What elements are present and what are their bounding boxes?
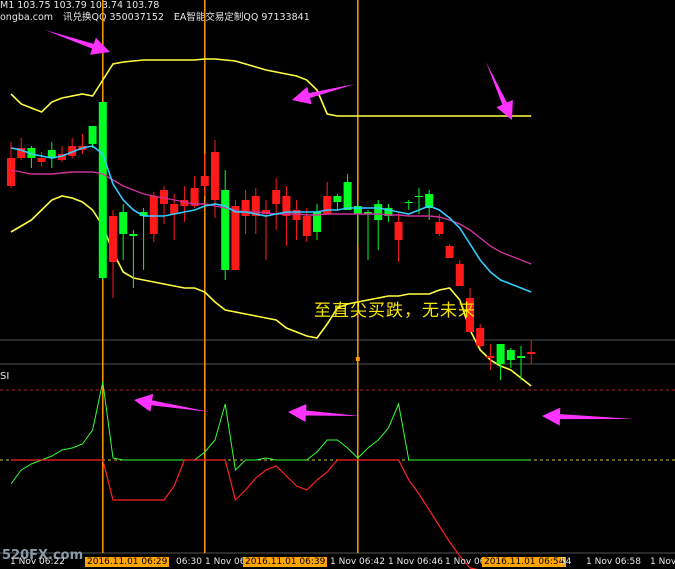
candle-body (435, 222, 444, 234)
candle-body (129, 234, 138, 236)
candle-body (302, 216, 311, 236)
price-chart (0, 0, 675, 569)
indicator-up-line (10, 381, 532, 485)
mt4-chart-window: { "header": { "symbol_line": "M1 103.75 … (0, 0, 675, 569)
pink-arrow-icon (542, 407, 634, 426)
signal-time-label: 2016.11.01 06:39 (243, 557, 328, 567)
candle-body (506, 350, 515, 360)
candle-body (211, 152, 219, 200)
upper-band-line (10, 58, 532, 117)
candle-body (394, 222, 403, 240)
time-tick-label: 1 Nov (650, 557, 675, 567)
pink-arrow-icon (288, 404, 360, 422)
candle-body (7, 158, 15, 186)
candle-body (517, 356, 525, 358)
candle-body (333, 196, 342, 202)
signal-time-label: 2016.11.01 06:54 (482, 557, 567, 567)
candle-body (415, 196, 423, 197)
pink-arrow-icon (45, 30, 110, 55)
signal-time-label: 2016.11.01 06:29 (85, 557, 170, 567)
pink-arrow-icon (292, 84, 355, 105)
candle-body (88, 126, 97, 144)
lower-band-line (10, 195, 532, 387)
candle-body (98, 102, 107, 278)
candle-body (455, 264, 464, 286)
candle-body (476, 328, 485, 346)
candle-body (170, 204, 179, 214)
candle-body (445, 246, 454, 258)
time-tick-label: 1 Nov 06:58 (586, 557, 641, 567)
pink-arrow-icon (486, 62, 513, 120)
subwindow-label: SI (0, 371, 10, 382)
time-tick-label: 06:30 (176, 557, 202, 567)
candle-body (374, 204, 383, 220)
annotation-text: 至直尖买跌，无未来 (314, 301, 476, 321)
candle-body (486, 356, 495, 358)
candle-body (496, 344, 505, 364)
candle-body (241, 200, 250, 216)
candle-body (272, 190, 281, 204)
candle-body (149, 196, 158, 234)
time-tick-label: 1 Nov 06:22 (10, 557, 65, 567)
candle-body (221, 190, 230, 270)
time-tick-label: 1 Nov 06:46 (388, 557, 443, 567)
signal-marker (355, 357, 360, 361)
candle-body (200, 176, 209, 186)
pink-arrow-icon (134, 393, 210, 412)
candle-body (109, 216, 117, 262)
candle-body (37, 158, 46, 162)
fast-ma-line (10, 145, 532, 293)
time-tick-label: 54 (560, 557, 572, 567)
candle-body (404, 202, 413, 203)
candle-body (343, 182, 352, 210)
candle-body (231, 206, 240, 270)
candle-body (119, 212, 128, 234)
time-tick-label: 1 Nov 06:42 (330, 557, 385, 567)
candle-body (527, 352, 536, 354)
